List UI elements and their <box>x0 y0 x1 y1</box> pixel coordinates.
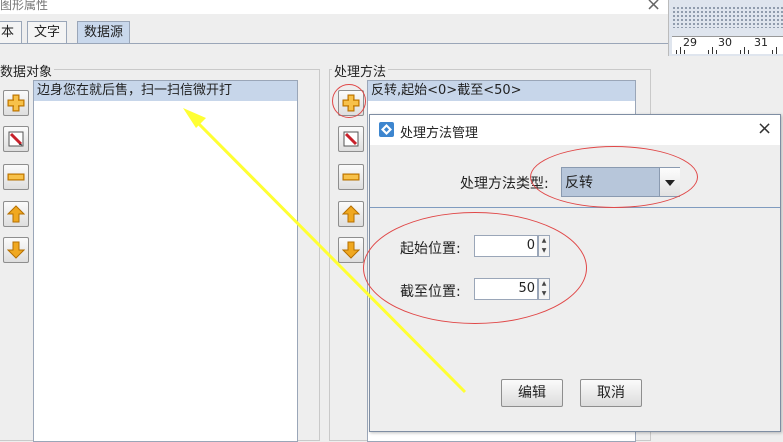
annotation-arrow <box>183 108 467 394</box>
